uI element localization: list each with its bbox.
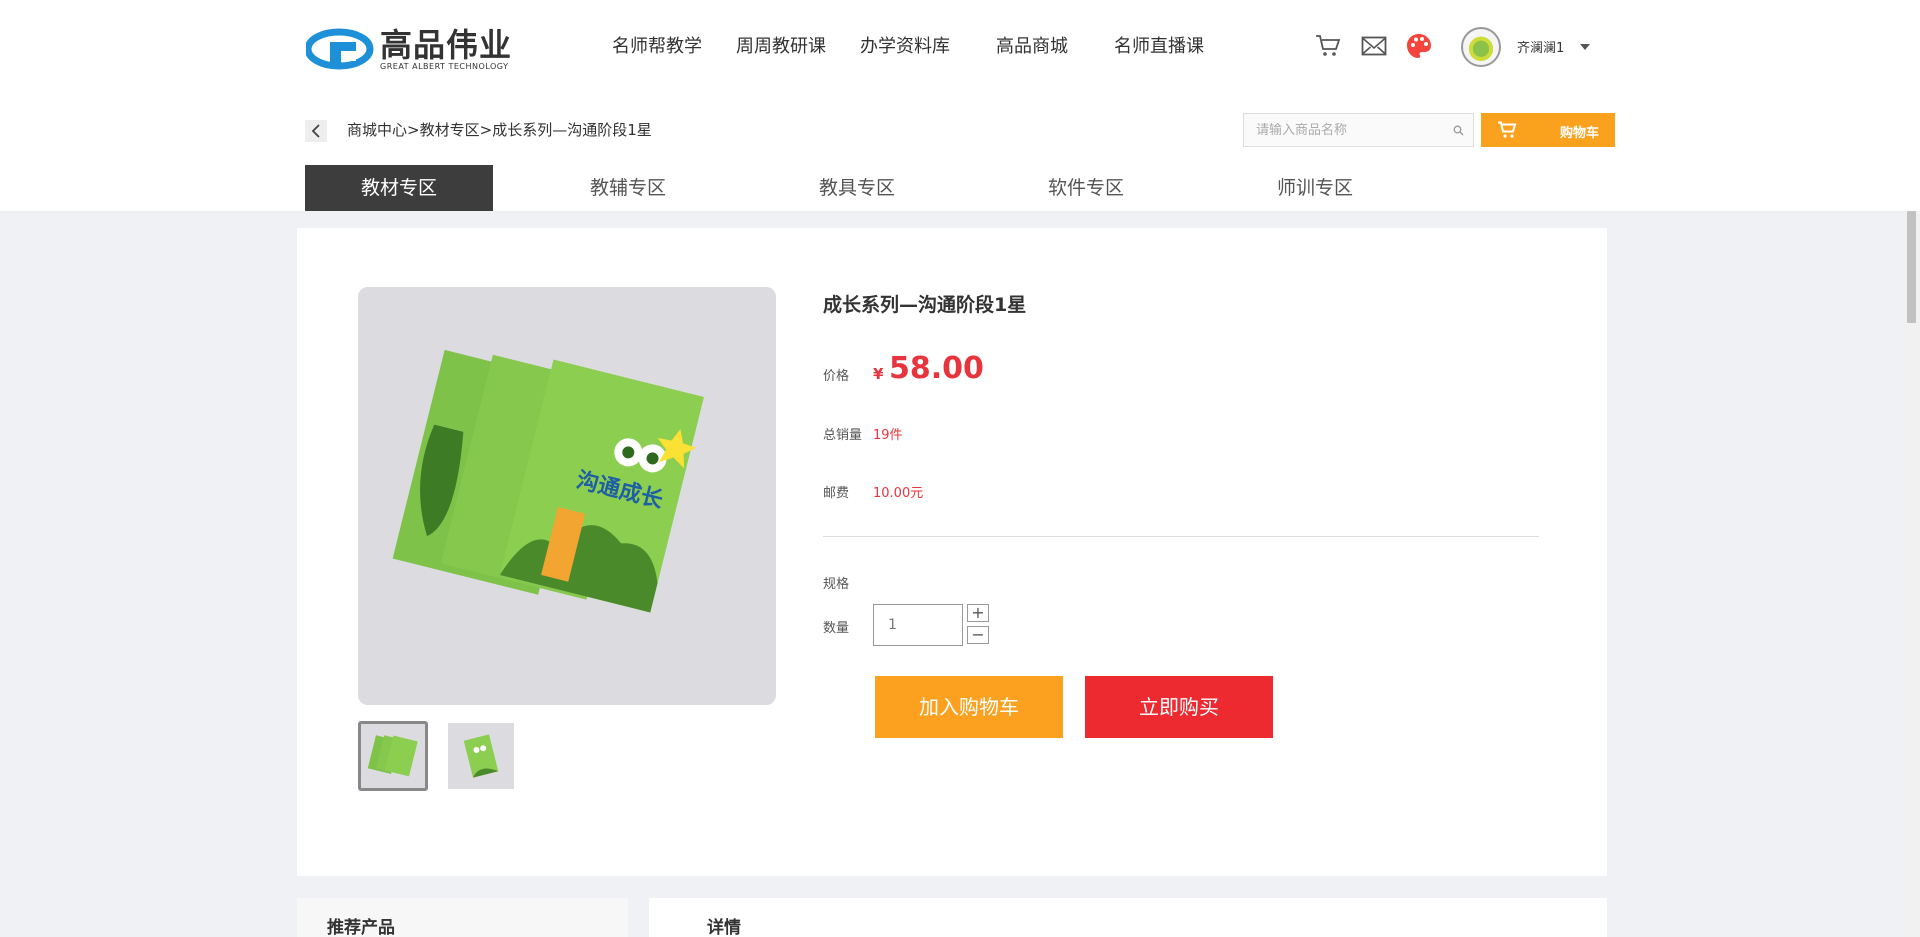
product-main-image: 沟通成长 <box>358 287 776 705</box>
divider <box>823 536 1539 537</box>
detail-panel: 详情 <box>649 898 1607 937</box>
product-title: 成长系列—沟通阶段1星 <box>823 294 1027 316</box>
buy-now-button[interactable]: 立即购买 <box>1085 676 1273 738</box>
product-thumbnail-2[interactable] <box>448 723 514 789</box>
logo-cn: 高品伟业 <box>380 25 513 64</box>
scrollbar-thumb[interactable] <box>1907 211 1916 323</box>
tab-software[interactable]: 软件专区 <box>992 165 1180 211</box>
detail-title: 详情 <box>707 918 741 937</box>
avatar[interactable] <box>1461 27 1501 67</box>
product-thumbnail-1[interactable] <box>358 721 428 791</box>
logo-en: GREAT ALBERT TECHNOLOGY <box>380 61 509 71</box>
nav-item-research[interactable]: 周周教研课 <box>736 30 826 64</box>
nav-item-live[interactable]: 名师直播课 <box>1114 30 1204 64</box>
nav-item-teaching[interactable]: 名师帮教学 <box>612 30 702 64</box>
product-card: 沟通成长 成长系列—沟通阶段1星 价格 ¥ 58.00 总销量 19件 邮费 1… <box>297 228 1607 876</box>
price-currency: ¥ <box>873 365 884 383</box>
shipping-label: 邮费 <box>823 486 850 501</box>
spec-label: 规格 <box>823 577 850 592</box>
shipping-value: 10.00元 <box>873 486 924 501</box>
chevron-left-icon <box>311 124 320 138</box>
tab-textbooks[interactable]: 教材专区 <box>305 165 493 211</box>
breadcrumb-item-current: 成长系列—沟通阶段1星 <box>492 121 652 139</box>
sales-value: 19件 <box>873 428 903 443</box>
nav-item-mall[interactable]: 高品商城 <box>996 30 1068 64</box>
tab-training[interactable]: 师训专区 <box>1221 165 1409 211</box>
price-value: 58.00 <box>889 351 984 386</box>
add-to-cart-button[interactable]: 加入购物车 <box>875 676 1063 738</box>
cart-icon[interactable] <box>1314 32 1342 60</box>
breadcrumb: 商城中心 > 教材专区 > 成长系列—沟通阶段1星 <box>347 119 652 141</box>
cart-button-label: 购物车 <box>1559 126 1599 141</box>
logo[interactable]: 高品伟业 GREAT ALBERT TECHNOLOGY <box>306 24 526 74</box>
user-menu-chevron-down-icon[interactable] <box>1580 44 1590 50</box>
main-nav: 名师帮教学 周周教研课 办学资料库 高品商城 名师直播课 <box>612 30 1238 64</box>
palette-icon[interactable] <box>1405 32 1433 60</box>
quantity-label: 数量 <box>823 621 850 636</box>
breadcrumb-item-mall[interactable]: 商城中心 <box>347 119 407 141</box>
search-input[interactable] <box>1256 122 1446 138</box>
tab-teaching-aids[interactable]: 教具专区 <box>763 165 951 211</box>
search-icon[interactable] <box>1453 125 1464 136</box>
logo-mark-icon <box>306 28 374 70</box>
username[interactable]: 齐澜澜1 <box>1517 37 1564 56</box>
sales-label: 总销量 <box>823 428 863 443</box>
nav-item-library[interactable]: 办学资料库 <box>860 30 950 64</box>
tab-supplementary[interactable]: 教辅专区 <box>534 165 722 211</box>
quantity-decrement-button[interactable]: − <box>967 626 989 644</box>
breadcrumb-separator: > <box>479 121 493 139</box>
category-tabs: 教材专区 教辅专区 教具专区 软件专区 师训专区 <box>305 165 1450 211</box>
quantity-input[interactable] <box>873 604 963 646</box>
breadcrumb-item-textbooks[interactable]: 教材专区 <box>420 119 480 141</box>
quantity-increment-button[interactable]: + <box>967 604 989 622</box>
page-scrollbar[interactable] <box>1903 211 1920 937</box>
recommended-title: 推荐产品 <box>327 918 395 937</box>
recommended-panel: 推荐产品 <box>297 898 628 937</box>
breadcrumb-separator: > <box>407 121 420 139</box>
back-button[interactable] <box>305 120 327 142</box>
cart-button[interactable]: 购物车 <box>1481 113 1615 147</box>
price-label: 价格 <box>823 369 850 384</box>
search-box <box>1243 113 1474 147</box>
cart-icon <box>1498 121 1517 138</box>
mail-icon[interactable] <box>1360 32 1388 60</box>
